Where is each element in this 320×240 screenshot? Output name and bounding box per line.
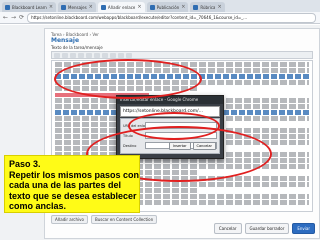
- add-file-button[interactable]: Añadir archivo: [51, 214, 88, 224]
- browser-tab[interactable]: Blackboard Learn ×: [2, 2, 57, 12]
- reload-icon[interactable]: ⟳: [19, 14, 24, 21]
- favicon-icon: [61, 4, 67, 10]
- screenshot-frame: Blackboard Learn × Mensajes × Añadir enlac…: [0, 0, 320, 240]
- instruction-callout: Paso 3. Repetir los mismos pasos con cad…: [4, 155, 140, 213]
- submit-button[interactable]: Enviar: [292, 223, 315, 234]
- forward-icon[interactable]: →: [11, 14, 16, 21]
- tab-label: Blackboard Learn: [12, 4, 47, 10]
- form-actions: Cancelar Guardar borrador Enviar: [213, 223, 315, 234]
- close-icon[interactable]: ×: [49, 4, 53, 10]
- editor-toolbar: [51, 51, 313, 59]
- favicon-icon: [100, 4, 106, 10]
- callout-text: Repetir los mismos pasos con: [9, 169, 140, 180]
- underline-icon[interactable]: [70, 52, 76, 58]
- address-bar-row: ← → ⟳ https://setonline.blackboard.com/w…: [0, 12, 320, 24]
- page-title: Mensaje: [51, 37, 80, 44]
- tab-label: Mensajes: [68, 4, 87, 10]
- attachment-row: Añadir archivo Buscar en Content Collect…: [51, 214, 313, 224]
- callout-step: Paso 3.: [9, 159, 41, 169]
- tab-label: Añadir enlace: [107, 4, 136, 10]
- favicon-icon: [149, 4, 155, 10]
- favicon-icon: [193, 4, 199, 10]
- editor-label: Texto de la tarea/mensaje: [51, 45, 103, 50]
- italic-icon[interactable]: [62, 52, 68, 58]
- callout-text: cada una de las partes del: [9, 180, 122, 190]
- html-icon[interactable]: [126, 52, 132, 58]
- browser-tab[interactable]: Mensajes ×: [58, 2, 96, 12]
- callout-text: texto que se desea establecer: [9, 190, 137, 201]
- tab-label: Publicación: [156, 4, 180, 10]
- cancel-button[interactable]: Cancelar: [213, 223, 242, 234]
- tab-label: Rúbrica: [200, 4, 216, 10]
- link-icon[interactable]: [86, 52, 92, 58]
- browser-tab-active[interactable]: Añadir enlace ×: [97, 2, 145, 12]
- close-icon[interactable]: ×: [89, 4, 93, 10]
- close-icon[interactable]: ×: [137, 4, 141, 10]
- favicon-icon: [5, 4, 10, 10]
- browse-collection-button[interactable]: Buscar en Content Collection: [90, 214, 158, 224]
- callout-text: como anclas.: [9, 201, 67, 211]
- url-input[interactable]: https://setonline.blackboard.com/webapps…: [27, 12, 316, 23]
- image-icon[interactable]: [102, 52, 108, 58]
- bold-icon[interactable]: [54, 52, 60, 58]
- back-icon[interactable]: ←: [3, 14, 8, 21]
- align-icon[interactable]: [118, 52, 124, 58]
- browser-tab[interactable]: Rúbrica ×: [190, 2, 225, 12]
- annotation-oval-top: [54, 59, 202, 99]
- list-icon[interactable]: [78, 52, 84, 58]
- close-icon[interactable]: ×: [181, 4, 185, 10]
- close-icon[interactable]: ×: [217, 4, 221, 10]
- unlink-icon[interactable]: [94, 52, 100, 58]
- table-icon[interactable]: [110, 52, 116, 58]
- browser-tab-bar: Blackboard Learn × Mensajes × Añadir enlac…: [0, 0, 320, 12]
- save-draft-button[interactable]: Guardar borrador: [244, 223, 290, 234]
- browser-tab[interactable]: Publicación ×: [146, 2, 189, 12]
